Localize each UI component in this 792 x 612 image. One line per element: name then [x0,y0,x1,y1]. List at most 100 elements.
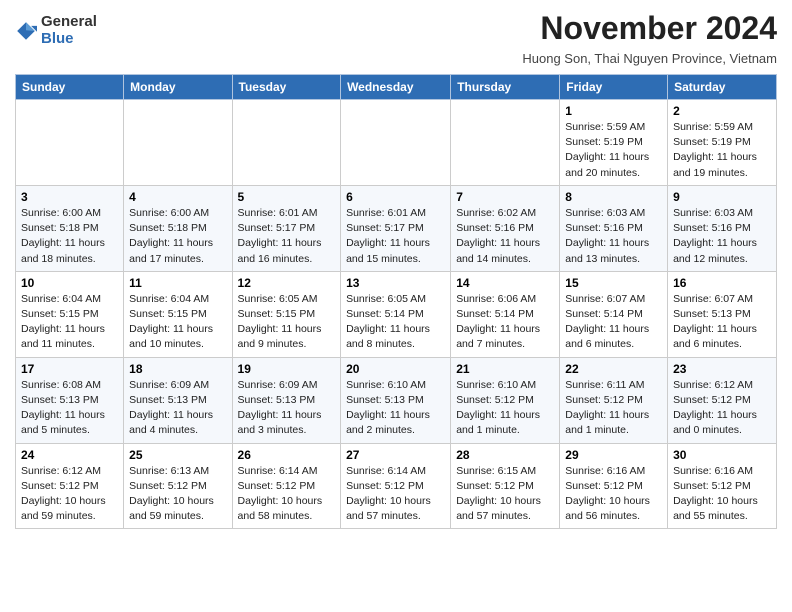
day-info: Sunrise: 6:10 AM Sunset: 5:12 PM Dayligh… [456,378,554,439]
day-number: 8 [565,190,662,204]
day-number: 13 [346,276,445,290]
header-row: Sunday Monday Tuesday Wednesday Thursday… [16,75,777,100]
cell-week4-day6: 30 Sunrise: 6:16 AM Sunset: 5:12 PM Dayli… [668,443,777,529]
cell-week3-day5: 22Sunrise: 6:11 AM Sunset: 5:12 PM Dayli… [560,357,668,443]
day-info: Sunrise: 6:01 AM Sunset: 5:17 PM Dayligh… [346,206,445,267]
day-number: 25 [129,448,226,462]
day-number: 12 [238,276,336,290]
cell-week2-day2: 12 Sunrise: 6:05 AM Sunset: 5:15 PM Dayli… [232,271,341,357]
cell-week1-day4: 7 Sunrise: 6:02 AM Sunset: 5:16 PM Daylig… [451,185,560,271]
day-number: 27 [346,448,445,462]
day-info: Sunrise: 6:16 AM Sunset: 5:12 PM Dayligh… [565,464,662,525]
logo-icon [15,20,37,42]
day-number: 14 [456,276,554,290]
logo-general-text: General [41,14,97,31]
cell-week2-day5: 15Sunrise: 6:07 AM Sunset: 5:14 PM Dayli… [560,271,668,357]
cell-week4-day0: 24 Sunrise: 6:12 AM Sunset: 5:12 PM Dayli… [16,443,124,529]
day-number: 10 [21,276,118,290]
day-number: 30 [673,448,771,462]
cell-week0-day5: 1Sunrise: 5:59 AM Sunset: 5:19 PM Daylig… [560,100,668,186]
cell-week0-day3 [341,100,451,186]
cell-week1-day2: 5Sunrise: 6:01 AM Sunset: 5:17 PM Daylig… [232,185,341,271]
cell-week0-day4 [451,100,560,186]
cell-week3-day2: 19Sunrise: 6:09 AM Sunset: 5:13 PM Dayli… [232,357,341,443]
day-number: 29 [565,448,662,462]
cell-week2-day3: 13 Sunrise: 6:05 AM Sunset: 5:14 PM Dayli… [341,271,451,357]
day-info: Sunrise: 6:12 AM Sunset: 5:12 PM Dayligh… [21,464,118,525]
day-info: Sunrise: 6:00 AM Sunset: 5:18 PM Dayligh… [129,206,226,267]
week-row-3: 17Sunrise: 6:08 AM Sunset: 5:13 PM Dayli… [16,357,777,443]
logo: General Blue [15,14,97,47]
calendar-header: Sunday Monday Tuesday Wednesday Thursday… [16,75,777,100]
cell-week3-day1: 18 Sunrise: 6:09 AM Sunset: 5:13 PM Dayli… [124,357,232,443]
day-info: Sunrise: 6:05 AM Sunset: 5:15 PM Dayligh… [238,292,336,353]
cell-week1-day6: 9 Sunrise: 6:03 AM Sunset: 5:16 PM Daylig… [668,185,777,271]
cell-week4-day4: 28 Sunrise: 6:15 AM Sunset: 5:12 PM Dayli… [451,443,560,529]
col-monday: Monday [124,75,232,100]
day-number: 16 [673,276,771,290]
day-number: 18 [129,362,226,376]
week-row-0: 1Sunrise: 5:59 AM Sunset: 5:19 PM Daylig… [16,100,777,186]
day-number: 9 [673,190,771,204]
day-number: 4 [129,190,226,204]
day-number: 11 [129,276,226,290]
cell-week0-day6: 2 Sunrise: 5:59 AM Sunset: 5:19 PM Daylig… [668,100,777,186]
day-info: Sunrise: 5:59 AM Sunset: 5:19 PM Dayligh… [565,120,662,181]
cell-week1-day5: 8Sunrise: 6:03 AM Sunset: 5:16 PM Daylig… [560,185,668,271]
day-number: 2 [673,104,771,118]
week-row-4: 24 Sunrise: 6:12 AM Sunset: 5:12 PM Dayli… [16,443,777,529]
day-info: Sunrise: 6:09 AM Sunset: 5:13 PM Dayligh… [129,378,226,439]
day-info: Sunrise: 6:03 AM Sunset: 5:16 PM Dayligh… [673,206,771,267]
cell-week3-day6: 23Sunrise: 6:12 AM Sunset: 5:12 PM Dayli… [668,357,777,443]
cell-week1-day1: 4 Sunrise: 6:00 AM Sunset: 5:18 PM Daylig… [124,185,232,271]
day-number: 22 [565,362,662,376]
cell-week3-day3: 20 Sunrise: 6:10 AM Sunset: 5:13 PM Dayli… [341,357,451,443]
cell-week4-day5: 29 Sunrise: 6:16 AM Sunset: 5:12 PM Dayli… [560,443,668,529]
day-info: Sunrise: 6:08 AM Sunset: 5:13 PM Dayligh… [21,378,118,439]
day-number: 26 [238,448,336,462]
day-info: Sunrise: 6:14 AM Sunset: 5:12 PM Dayligh… [346,464,445,525]
title-block: November 2024 [540,10,777,47]
cell-week4-day2: 26 Sunrise: 6:14 AM Sunset: 5:12 PM Dayli… [232,443,341,529]
cell-week0-day2 [232,100,341,186]
cell-week0-day1 [124,100,232,186]
cell-week2-day6: 16 Sunrise: 6:07 AM Sunset: 5:13 PM Dayli… [668,271,777,357]
day-number: 20 [346,362,445,376]
calendar-table: Sunday Monday Tuesday Wednesday Thursday… [15,74,777,529]
cell-week2-day4: 14 Sunrise: 6:06 AM Sunset: 5:14 PM Dayli… [451,271,560,357]
cell-week1-day0: 3 Sunrise: 6:00 AM Sunset: 5:18 PM Daylig… [16,185,124,271]
day-info: Sunrise: 6:05 AM Sunset: 5:14 PM Dayligh… [346,292,445,353]
day-number: 28 [456,448,554,462]
day-info: Sunrise: 6:10 AM Sunset: 5:13 PM Dayligh… [346,378,445,439]
day-number: 7 [456,190,554,204]
day-info: Sunrise: 6:00 AM Sunset: 5:18 PM Dayligh… [21,206,118,267]
day-number: 3 [21,190,118,204]
cell-week3-day4: 21 Sunrise: 6:10 AM Sunset: 5:12 PM Dayli… [451,357,560,443]
cell-week2-day1: 11 Sunrise: 6:04 AM Sunset: 5:15 PM Dayli… [124,271,232,357]
cell-week4-day1: 25 Sunrise: 6:13 AM Sunset: 5:12 PM Dayli… [124,443,232,529]
day-info: Sunrise: 6:12 AM Sunset: 5:12 PM Dayligh… [673,378,771,439]
day-info: Sunrise: 6:14 AM Sunset: 5:12 PM Dayligh… [238,464,336,525]
header-top: General Blue November 2024 [15,10,777,47]
day-info: Sunrise: 6:07 AM Sunset: 5:13 PM Dayligh… [673,292,771,353]
month-title: November 2024 [540,10,777,47]
week-row-1: 3 Sunrise: 6:00 AM Sunset: 5:18 PM Daylig… [16,185,777,271]
day-info: Sunrise: 6:04 AM Sunset: 5:15 PM Dayligh… [129,292,226,353]
day-number: 5 [238,190,336,204]
day-number: 19 [238,362,336,376]
col-wednesday: Wednesday [341,75,451,100]
subtitle: Huong Son, Thai Nguyen Province, Vietnam [15,51,777,66]
day-number: 24 [21,448,118,462]
day-number: 6 [346,190,445,204]
day-info: Sunrise: 5:59 AM Sunset: 5:19 PM Dayligh… [673,120,771,181]
day-info: Sunrise: 6:02 AM Sunset: 5:16 PM Dayligh… [456,206,554,267]
day-info: Sunrise: 6:15 AM Sunset: 5:12 PM Dayligh… [456,464,554,525]
col-friday: Friday [560,75,668,100]
day-info: Sunrise: 6:13 AM Sunset: 5:12 PM Dayligh… [129,464,226,525]
logo-blue-text: Blue [41,31,97,48]
day-info: Sunrise: 6:04 AM Sunset: 5:15 PM Dayligh… [21,292,118,353]
day-number: 21 [456,362,554,376]
day-info: Sunrise: 6:06 AM Sunset: 5:14 PM Dayligh… [456,292,554,353]
day-info: Sunrise: 6:16 AM Sunset: 5:12 PM Dayligh… [673,464,771,525]
col-tuesday: Tuesday [232,75,341,100]
